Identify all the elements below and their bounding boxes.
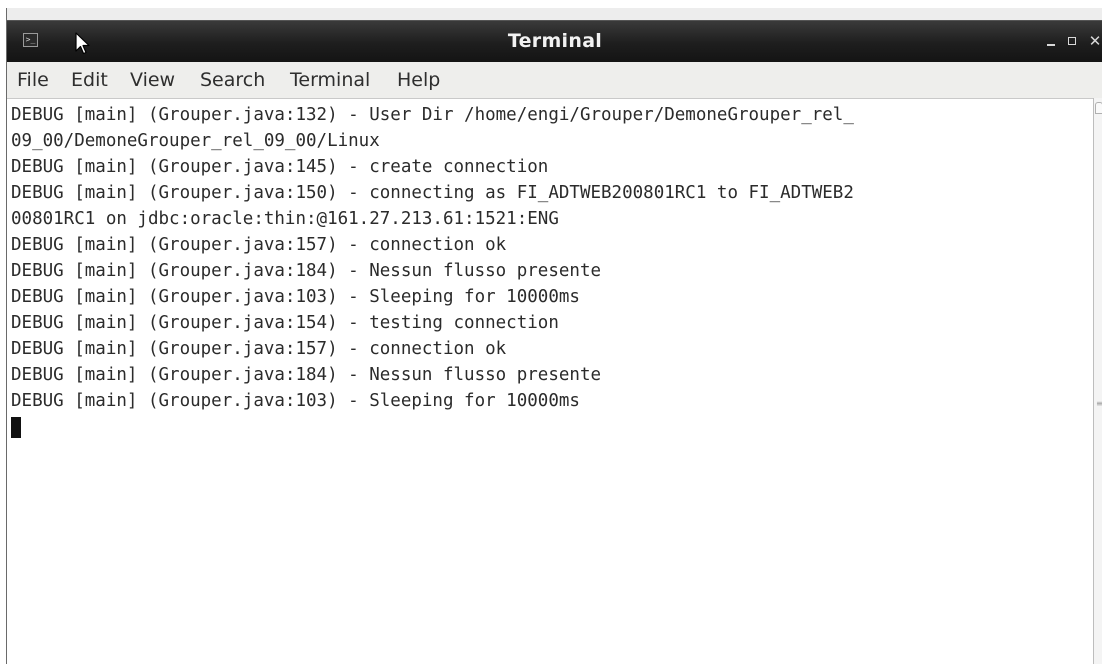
terminal-line: DEBUG [main] (Grouper.java:184) - Nessun… bbox=[11, 261, 602, 281]
terminal-line: 09_00/DemoneGrouper_rel_09_00/Linux bbox=[11, 131, 380, 151]
maximize-icon bbox=[1068, 37, 1076, 45]
terminal-window: >_ Terminal ✕ File Edit View Search Term… bbox=[6, 8, 1102, 664]
minimize-icon bbox=[1047, 44, 1055, 46]
terminal-output[interactable]: DEBUG [main] (Grouper.java:132) - User D… bbox=[7, 98, 1093, 664]
title-bar[interactable]: >_ Terminal ✕ bbox=[7, 20, 1102, 62]
minimize-button[interactable] bbox=[1043, 33, 1059, 49]
close-button[interactable]: ✕ bbox=[1087, 33, 1102, 49]
terminal-line: DEBUG [main] (Grouper.java:145) - create… bbox=[11, 157, 549, 177]
close-icon: ✕ bbox=[1088, 32, 1102, 50]
mouse-pointer-icon bbox=[75, 32, 90, 55]
terminal-line: 00801RC1 on jdbc:oracle:thin:@161.27.213… bbox=[11, 209, 559, 229]
menu-bar: File Edit View Search Terminal Help bbox=[7, 62, 1102, 98]
maximize-button[interactable] bbox=[1065, 33, 1081, 49]
terminal-line: DEBUG [main] (Grouper.java:132) - User D… bbox=[11, 105, 854, 125]
menu-help[interactable]: Help bbox=[397, 69, 440, 91]
terminal-line: DEBUG [main] (Grouper.java:103) - Sleepi… bbox=[11, 287, 580, 307]
window-title: Terminal bbox=[507, 30, 603, 52]
scroll-up-arrow-icon[interactable] bbox=[1095, 102, 1102, 114]
terminal-line: DEBUG [main] (Grouper.java:150) - connec… bbox=[11, 183, 854, 203]
terminal-line: DEBUG [main] (Grouper.java:157) - connec… bbox=[11, 339, 507, 359]
menu-search[interactable]: Search bbox=[200, 69, 265, 91]
terminal-line: DEBUG [main] (Grouper.java:184) - Nessun… bbox=[11, 365, 602, 385]
terminal-line: DEBUG [main] (Grouper.java:154) - testin… bbox=[11, 313, 559, 333]
terminal-line: DEBUG [main] (Grouper.java:103) - Sleepi… bbox=[11, 391, 580, 411]
menu-terminal[interactable]: Terminal bbox=[290, 69, 370, 91]
text-cursor bbox=[11, 417, 21, 438]
menu-file[interactable]: File bbox=[17, 69, 49, 91]
menu-view[interactable]: View bbox=[130, 69, 175, 91]
menu-edit[interactable]: Edit bbox=[71, 69, 108, 91]
terminal-line: DEBUG [main] (Grouper.java:157) - connec… bbox=[11, 235, 507, 255]
scroll-thumb-grip-icon[interactable]: ≡ bbox=[1096, 394, 1102, 414]
vertical-scrollbar[interactable]: ≡ bbox=[1093, 98, 1102, 664]
